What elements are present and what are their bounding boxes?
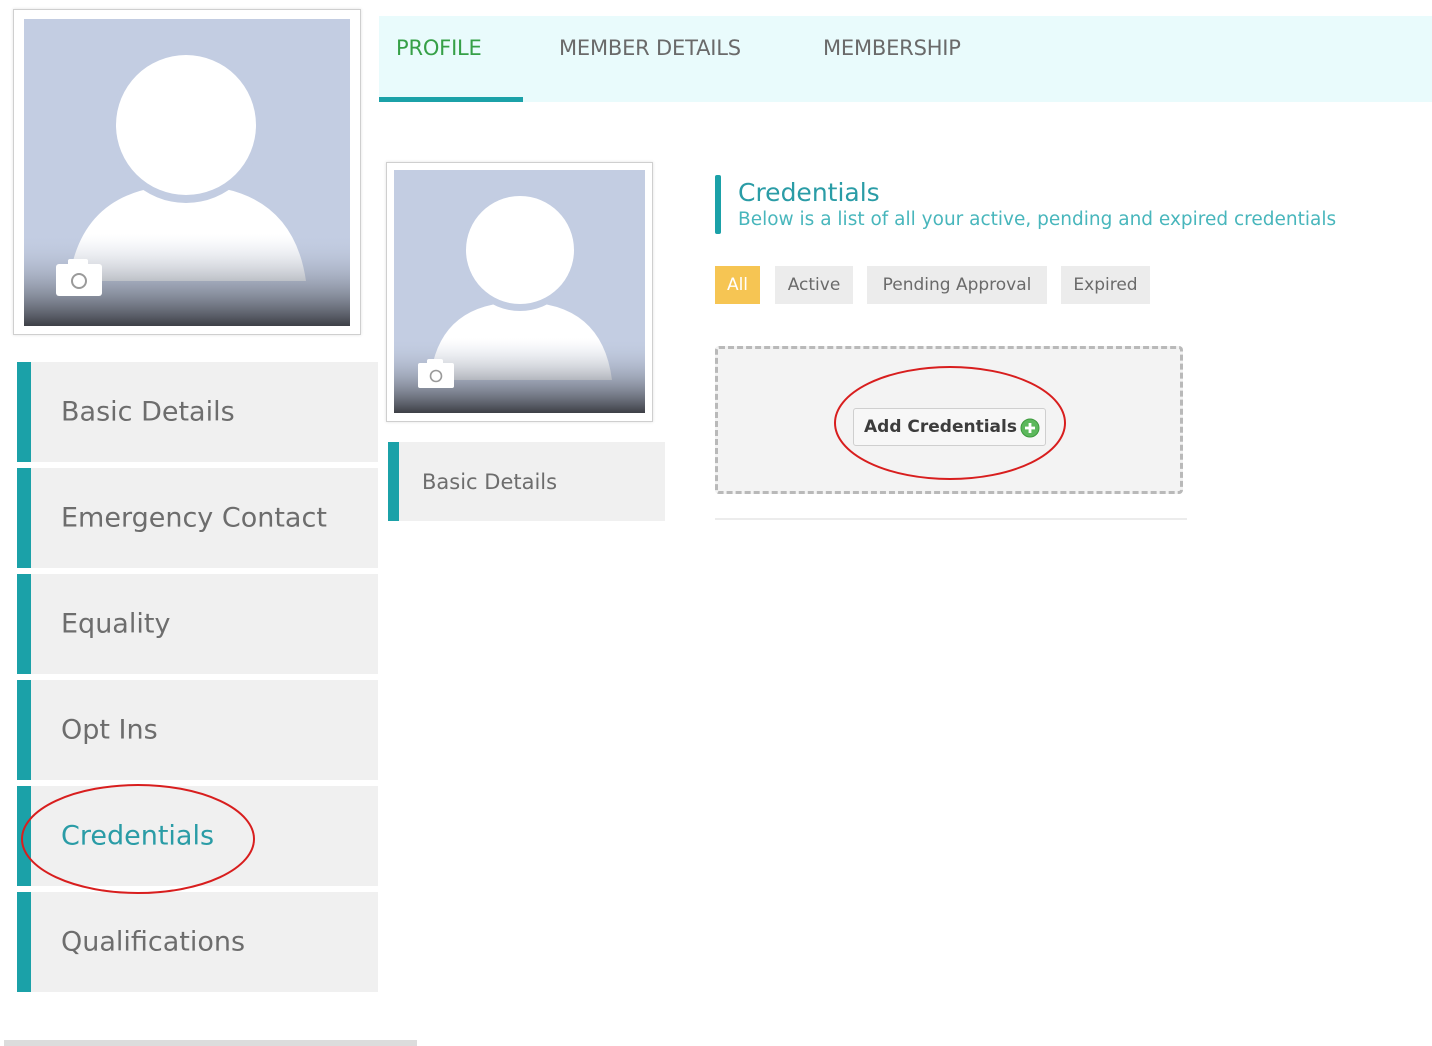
nav-item-label: Opt Ins (61, 714, 158, 746)
inner-nav-basic-details[interactable]: Basic Details (388, 442, 665, 521)
filter-all[interactable]: All (715, 266, 760, 304)
tab-bar: PROFILE MEMBER DETAILS MEMBERSHIP (379, 16, 1432, 102)
filter-expired[interactable]: Expired (1061, 266, 1150, 304)
filter-active[interactable]: Active (775, 266, 853, 304)
section-subtitle: Below is a list of all your active, pend… (738, 209, 1337, 230)
tab-membership[interactable]: MEMBERSHIP (823, 36, 961, 60)
nav-item-label: Equality (61, 608, 171, 640)
nav-item-label: Qualifications (61, 926, 246, 958)
filter-pending-approval[interactable]: Pending Approval (867, 266, 1047, 304)
inner-nav-label: Basic Details (422, 469, 558, 494)
nav-item-label: Basic Details (61, 396, 235, 428)
section-accent-bar (715, 175, 721, 234)
nav-item-opt-ins[interactable]: Opt Ins (17, 680, 378, 780)
profile-photo-small[interactable] (386, 162, 653, 422)
nav-item-qualifications[interactable]: Qualifications (17, 892, 378, 992)
add-credentials-button[interactable]: Add Credentials (853, 408, 1046, 446)
profile-photo-large[interactable] (13, 9, 361, 335)
left-nav: Basic Details Emergency Contact Equality… (17, 362, 378, 998)
section-title: Credentials (738, 178, 880, 207)
bottom-divider (4, 1040, 417, 1046)
section-divider (715, 518, 1187, 520)
nav-item-equality[interactable]: Equality (17, 574, 378, 674)
nav-item-label: Emergency Contact (61, 502, 327, 534)
tab-profile[interactable]: PROFILE (396, 36, 482, 60)
add-credentials-label: Add Credentials (864, 417, 1017, 437)
nav-item-credentials[interactable]: Credentials (17, 786, 378, 886)
nav-item-label: Credentials (61, 820, 215, 852)
camera-icon[interactable] (417, 357, 455, 389)
plus-circle-icon (1020, 418, 1040, 438)
nav-item-basic-details[interactable]: Basic Details (17, 362, 378, 462)
tab-member-details[interactable]: MEMBER DETAILS (559, 36, 741, 60)
active-tab-indicator (379, 97, 523, 102)
camera-icon[interactable] (54, 256, 104, 298)
nav-item-emergency-contact[interactable]: Emergency Contact (17, 468, 378, 568)
